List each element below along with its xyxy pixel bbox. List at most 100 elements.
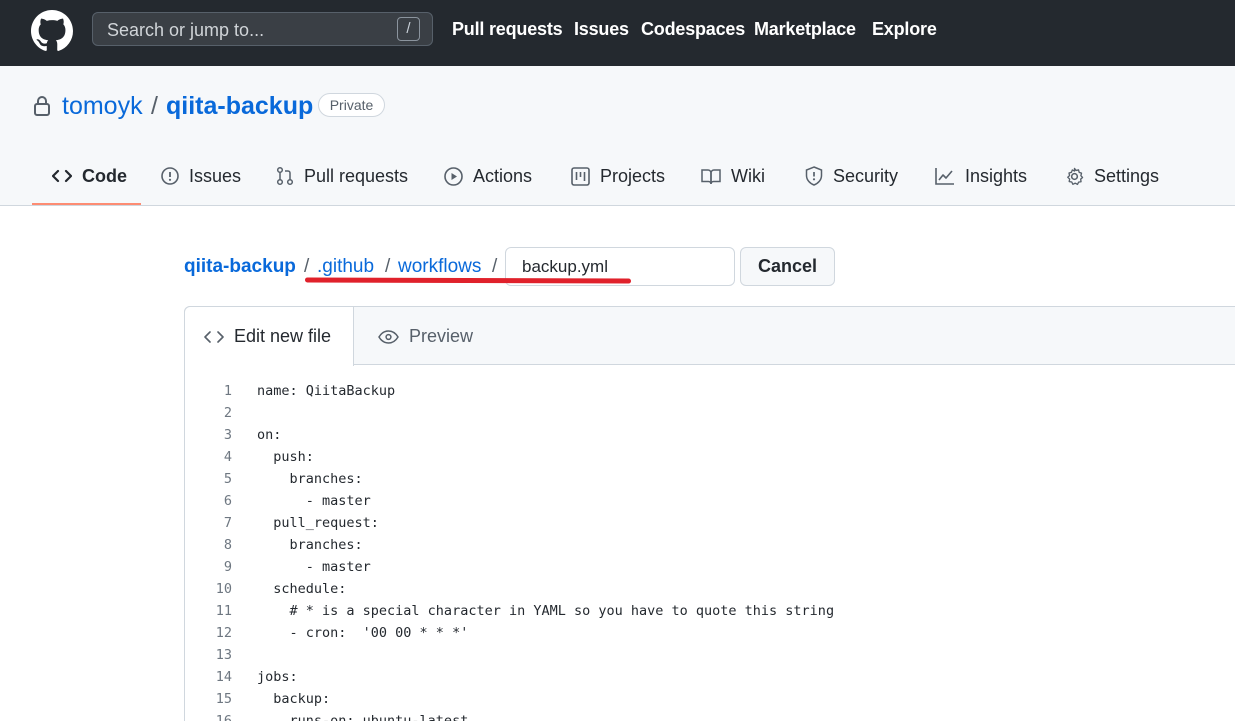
nav-explore[interactable]: Explore (872, 19, 937, 41)
tab-settings[interactable]: Settings (1065, 164, 1159, 188)
line-number: 12 (215, 625, 232, 641)
line-content: runs-on: ubuntu-latest (257, 713, 469, 721)
project-icon (571, 166, 590, 186)
code-line: 9 - master (185, 556, 1235, 578)
code-line: 16 runs-on: ubuntu-latest (185, 710, 1235, 721)
active-tab-indicator (32, 203, 141, 205)
line-content: branches: (257, 537, 363, 553)
line-content: - cron: '00 00 * * *' (257, 625, 469, 641)
code-icon (52, 169, 72, 183)
line-number: 14 (215, 669, 232, 685)
nav-marketplace[interactable]: Marketplace (754, 19, 856, 41)
tab-actions[interactable]: Actions (444, 164, 532, 188)
line-content: branches: (257, 471, 363, 487)
path-separator: / (492, 256, 498, 277)
github-logo-icon[interactable] (31, 10, 73, 52)
path-separator: / (385, 256, 391, 277)
line-number: 16 (215, 713, 232, 721)
annotation-underline (304, 277, 632, 284)
line-number: 3 (223, 427, 232, 443)
tab-wiki-label: Wiki (731, 165, 765, 186)
tab-security-label: Security (833, 165, 899, 186)
path-root-link[interactable]: qiita-backup (184, 256, 296, 278)
lock-icon (34, 96, 50, 116)
visibility-badge: Private (318, 93, 385, 117)
line-content: pull_request: (257, 515, 379, 531)
graph-icon (935, 168, 954, 185)
line-content: name: QiitaBackup (257, 383, 396, 399)
tab-security[interactable]: Security (805, 164, 898, 188)
line-number: 11 (215, 603, 232, 619)
line-content: - master (257, 559, 371, 575)
line-number: 15 (215, 691, 232, 707)
preview-tab-label: Preview (409, 326, 474, 346)
line-content: jobs: (257, 669, 298, 685)
path-segment-github[interactable]: .github (317, 256, 374, 278)
tab-settings-label: Settings (1094, 165, 1160, 186)
code-line: 3 on: (185, 424, 1235, 446)
tab-insights[interactable]: Insights (935, 164, 1027, 188)
code-line: 1 name: QiitaBackup (185, 380, 1235, 402)
path-segment-workflows[interactable]: workflows (398, 256, 481, 278)
tab-issues-label: Issues (189, 165, 242, 186)
line-content: on: (257, 427, 282, 443)
line-number: 1 (223, 383, 232, 399)
tab-pull-requests-label: Pull requests (304, 165, 409, 186)
line-content: # * is a special character in YAML so yo… (257, 603, 835, 619)
code-line: 11 # * is a special character in YAML so… (185, 600, 1235, 622)
path-separator: / (304, 256, 310, 277)
tab-pull-requests[interactable]: Pull requests (276, 164, 408, 188)
pull-request-icon (276, 166, 294, 186)
code-editor[interactable]: 1 name: QiitaBackup 2 3 on: 4 push: 5 bran… (185, 380, 1235, 721)
play-icon (444, 166, 463, 186)
code-line: 14 jobs: (185, 666, 1235, 688)
tab-insights-label: Insights (965, 165, 1028, 186)
gear-icon (1067, 167, 1084, 185)
search-input[interactable] (107, 20, 387, 40)
code-line: 10 schedule: (185, 578, 1235, 600)
tab-issues[interactable]: Issues (161, 164, 241, 188)
line-content: backup: (257, 691, 331, 707)
tab-projects-label: Projects (600, 165, 666, 186)
repo-separator: / (151, 92, 158, 120)
line-number: 4 (223, 449, 232, 465)
code-line: 5 branches: (185, 468, 1235, 490)
eye-icon (378, 329, 399, 344)
nav-codespaces[interactable]: Codespaces (641, 19, 745, 41)
cancel-button[interactable]: Cancel (740, 247, 835, 286)
search-shortcut-key: / (397, 17, 420, 41)
code-line: 4 push: (185, 446, 1235, 468)
code-line: 6 - master (185, 490, 1235, 512)
shield-icon (805, 166, 823, 186)
repo-owner-link[interactable]: tomoyk (62, 92, 143, 121)
tab-code[interactable]: Code (52, 164, 127, 188)
edit-file-tab-content[interactable]: Edit new file (204, 326, 331, 347)
tab-wiki[interactable]: Wiki (701, 164, 765, 188)
code-line: 15 backup: (185, 688, 1235, 710)
nav-issues[interactable]: Issues (574, 19, 629, 41)
tab-projects[interactable]: Projects (571, 164, 665, 188)
line-number: 10 (215, 581, 232, 597)
code-line: 7 pull_request: (185, 512, 1235, 534)
line-content: push: (257, 449, 314, 465)
tab-actions-label: Actions (473, 165, 533, 186)
search-box[interactable]: / (92, 12, 433, 46)
line-content: schedule: (257, 581, 347, 597)
tab-code-label: Code (82, 165, 127, 186)
nav-pull-requests[interactable]: Pull requests (452, 19, 563, 41)
code-line: 12 - cron: '00 00 * * *' (185, 622, 1235, 644)
repo-name-link[interactable]: qiita-backup (166, 92, 313, 121)
code-line: 13 (185, 644, 1235, 666)
issue-icon (161, 167, 179, 185)
code-line: 2 (185, 402, 1235, 424)
line-number: 8 (223, 537, 232, 553)
line-number: 9 (223, 559, 232, 575)
line-content: - master (257, 493, 371, 509)
line-number: 7 (223, 515, 232, 531)
preview-tab[interactable]: Preview (378, 326, 473, 347)
code-line: 8 branches: (185, 534, 1235, 556)
line-number: 2 (223, 405, 232, 421)
code-icon (204, 330, 224, 343)
edit-file-tab-label: Edit new file (234, 326, 332, 346)
line-number: 5 (223, 471, 232, 487)
